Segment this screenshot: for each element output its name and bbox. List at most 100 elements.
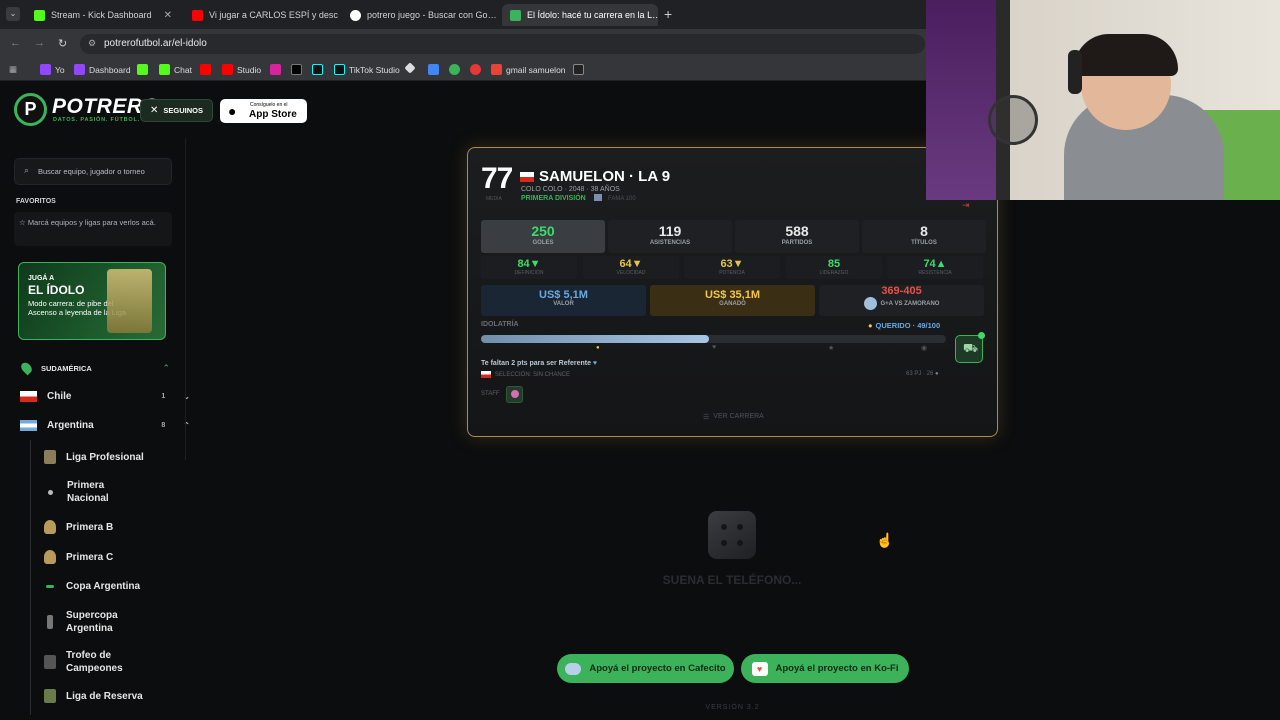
stat-value: 8 (920, 223, 928, 239)
shield-icon (44, 520, 56, 534)
bookmark-dashboard[interactable]: Dashboard (74, 64, 131, 75)
view-career-label: VER CARRERA (713, 413, 764, 420)
nb-icon (573, 64, 584, 75)
league-primera-c[interactable]: Primera C (44, 550, 113, 564)
club-line: COLO COLO · 2048 · 38 AÑOS (521, 186, 620, 193)
country-argentina[interactable]: Argentina 8 ⌃ (20, 420, 190, 431)
country-chile[interactable]: Chile 1 ⌄ (20, 391, 190, 402)
chevron-up-icon: ⌃ (162, 362, 170, 373)
exit-icon[interactable]: ⇥ (962, 200, 970, 211)
idolatry-bar-fill (481, 335, 709, 343)
bookmark-kick[interactable] (137, 64, 148, 75)
sidebar-scrollbar[interactable] (185, 138, 186, 460)
bookmark-ext2[interactable] (428, 64, 439, 75)
league-primera-b[interactable]: Primera B (44, 520, 113, 534)
idolatry-bar (481, 335, 946, 343)
tab-google[interactable]: potrero juego - Buscar con Go… ✕ (342, 4, 498, 26)
forward-icon[interactable]: → (34, 37, 45, 49)
league-liga-profesional[interactable]: Liga Profesional (44, 450, 144, 464)
x-icon: ✕ (150, 105, 159, 116)
youtube-icon (192, 9, 203, 21)
site-info-icon[interactable]: ⚙ (88, 38, 96, 49)
cafecito-button[interactable]: Apoyá el proyecto en Cafecito (557, 654, 734, 683)
gmail-icon (491, 64, 502, 75)
bookmark-ext3[interactable] (449, 64, 460, 75)
region-label: SUDAMÉRICA (41, 363, 92, 373)
view-career-button[interactable]: ☰ VER CARRERA (703, 413, 764, 421)
tab-label: El Ídolo: hacé tu carrera en la L… (527, 10, 658, 20)
new-tab-icon[interactable]: + (664, 6, 672, 22)
bookmark-label: gmail samuelon (506, 64, 566, 75)
bookmark-label: Chat (174, 64, 192, 75)
next-step: Te faltan 2 pts para ser Referente (481, 360, 591, 367)
argentina-flag-icon (20, 420, 37, 431)
youtube-icon (200, 64, 211, 75)
bookmark-x[interactable] (291, 64, 302, 75)
bookmark-yo[interactable]: Yo (40, 64, 65, 75)
tab-search-icon[interactable]: ⌄ (6, 7, 20, 21)
tab-kick[interactable]: Stream - Kick Dashboard ✕ (26, 4, 180, 26)
back-icon[interactable]: ← (10, 37, 21, 49)
league-supercopa-argentina[interactable]: Supercopa Argentina (44, 609, 126, 635)
shield-icon (449, 64, 460, 75)
region-header[interactable]: SUDAMÉRICA ⌃ (19, 360, 170, 376)
bookmark-chat[interactable]: Chat (159, 64, 192, 75)
bookmark-instagram[interactable] (270, 64, 281, 75)
earned-label: GANADO (719, 301, 746, 307)
bookmark-studio[interactable]: Studio (222, 64, 261, 75)
league-label: Primera B (66, 521, 114, 533)
close-icon[interactable]: ✕ (164, 10, 172, 21)
country-count: 8 (161, 422, 166, 429)
league-label: Primera C (66, 551, 114, 563)
staff-label: STAFF (481, 391, 500, 397)
curtain (926, 0, 996, 200)
bookmark-ext4[interactable] (470, 64, 481, 75)
league-liga-reserva[interactable]: Liga de Reserva (44, 689, 143, 703)
follow-button[interactable]: ✕ SEGUINOS (140, 99, 213, 122)
value-amount: US$ 5,1M (539, 289, 588, 301)
idolatry-status-row: ● QUERIDO · 49/100 (868, 321, 940, 330)
cafecito-label: Apoyá el proyecto en Cafecito (589, 663, 726, 674)
el-idolo-promo[interactable]: JUGÁ A EL ÍDOLO Modo carrera: de pibe de… (18, 262, 166, 340)
tab-youtube[interactable]: Vi jugar a CARLOS ESPÍ y desc… ✕ (184, 4, 338, 26)
market-value: US$ 5,1M VALOR (481, 285, 646, 316)
bookmark-tiktok-studio[interactable]: TikTok Studio (334, 64, 400, 75)
chile-flag-icon (20, 391, 37, 402)
apps-icon[interactable]: ▦ (9, 64, 17, 75)
search-box[interactable]: ⌕ Buscar equipo, jugador o torneo (14, 158, 172, 185)
apple-icon: ● (228, 103, 237, 119)
trophy-icon (44, 655, 56, 669)
league-label: Trofeo de Campeones (66, 650, 123, 674)
attr-label: LIDERAZGO (819, 270, 849, 276)
fame-label: FAMA 100 (608, 196, 636, 202)
attr-value: 85 (827, 258, 841, 270)
staff-member[interactable] (506, 386, 523, 403)
brain-icon (511, 390, 519, 398)
league-label: Copa Argentina (66, 581, 141, 592)
potrero-logo-icon[interactable]: P (14, 93, 47, 126)
kofi-button[interactable]: ♥ Apoyá el proyecto en Ko-Fi (741, 654, 909, 683)
stat-label: GOLES (532, 240, 554, 246)
fame-icon (594, 194, 602, 201)
stat-value: 119 (658, 223, 682, 239)
app-store-button[interactable]: ● Consíguelo en el App Store (220, 99, 307, 123)
attr-velocidad: 64▼ VELOCIDAD (583, 256, 679, 279)
league-primera-nacional[interactable]: Primera Nacional (44, 479, 127, 505)
shop-button[interactable]: ⛟ (955, 332, 985, 363)
url-field[interactable]: ⚙ potrerofutbol.ar/el-idolo (80, 34, 925, 54)
bookmark-ext1[interactable] (404, 62, 416, 74)
league-copa-argentina[interactable]: Copa Argentina (44, 580, 140, 593)
league-label: Primera Nacional (67, 480, 109, 504)
bookmark-ext5[interactable] (573, 64, 584, 75)
cart-icon: ⛟ (963, 341, 979, 355)
bookmark-youtube[interactable] (200, 64, 211, 75)
favorites-hint: Marcá equipos y ligas para verlos acá. (27, 218, 156, 227)
bookmark-tiktok[interactable] (312, 64, 323, 75)
tab-potrero[interactable]: El Ídolo: hacé tu carrera en la L… ✕ (502, 4, 658, 26)
league-trofeo-campeones[interactable]: Trofeo de Campeones (44, 649, 126, 675)
bookmark-gmail[interactable]: gmail samuelon (491, 64, 566, 75)
reload-icon[interactable]: ↻ (58, 37, 67, 50)
bookmark-label: Studio (237, 64, 262, 75)
appstore-small-text: Consíguelo en el (250, 102, 288, 108)
heart-icon: ♥ (592, 360, 598, 367)
